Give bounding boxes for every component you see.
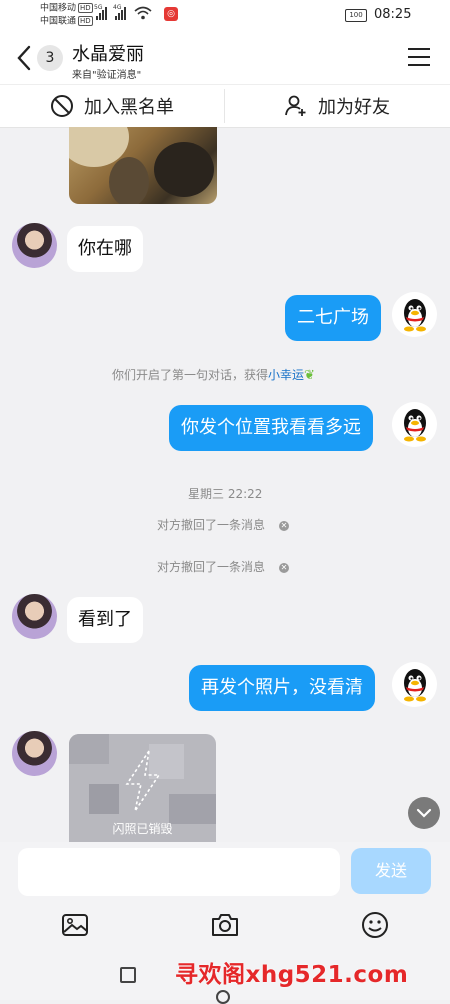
message-bubble-sent[interactable]: 你发个位置我看看多远	[169, 405, 373, 451]
signal-5g-icon: 5G	[94, 4, 107, 20]
notification-icon: ◎	[164, 7, 178, 21]
signal-4g-icon: 4G	[113, 4, 126, 20]
flash-photo-label: 闪照已销毁	[112, 822, 173, 836]
close-icon[interactable]: ✕	[279, 563, 290, 573]
watermark: 寻欢阁xhg521.com	[175, 962, 409, 988]
recall-notice: 对方撤回了一条消息 ✕	[157, 518, 290, 532]
timestamp: 星期三 22:22	[188, 487, 263, 501]
send-button[interactable]: 发送	[351, 848, 431, 894]
recall-notice: 对方撤回了一条消息 ✕	[157, 560, 290, 574]
close-icon[interactable]: ✕	[279, 521, 290, 531]
contact-avatar[interactable]	[12, 223, 57, 268]
back-arrow-icon[interactable]	[14, 44, 38, 72]
menu-icon[interactable]	[408, 48, 430, 68]
composer-tools	[0, 902, 450, 950]
recents-icon[interactable]	[120, 967, 136, 983]
lightning-icon	[125, 750, 161, 812]
contact-avatar[interactable]	[12, 731, 57, 776]
wifi-icon	[134, 6, 152, 20]
self-avatar-penguin-icon[interactable]	[392, 292, 437, 337]
message-bubble-sent[interactable]: 二七广场	[285, 295, 381, 341]
carrier-2: 中国联通 HD	[40, 16, 93, 27]
received-image[interactable]	[69, 127, 217, 204]
blacklist-label: 加入黑名单	[84, 97, 174, 118]
sprout-icon: ❦	[304, 368, 315, 383]
unread-count-badge[interactable]: 3	[37, 45, 63, 71]
flash-photo-destroyed[interactable]: 闪照已销毁	[69, 734, 216, 842]
blacklist-button[interactable]: 加入黑名单	[50, 85, 174, 127]
add-friend-label: 加为好友	[318, 97, 390, 118]
scroll-down-button[interactable]	[408, 797, 440, 829]
chevron-down-icon	[416, 808, 432, 818]
message-bubble-sent[interactable]: 再发个照片，没看清	[189, 665, 375, 711]
system-notice: 你们开启了第一句对话，获得小幸运❦	[112, 368, 315, 383]
clock: 08:25	[374, 7, 412, 22]
self-avatar-penguin-icon[interactable]	[392, 402, 437, 447]
carrier-1: 中国移动 HD	[40, 3, 93, 14]
signal-icons: 5G 4G	[94, 4, 152, 20]
action-bar: 加入黑名单 加为好友	[0, 84, 450, 128]
status-bar: 中国移动 HD 中国联通 HD 5G 4G ◎ 100 08:25	[0, 0, 450, 32]
contact-avatar[interactable]	[12, 594, 57, 639]
emoji-icon[interactable]	[360, 910, 390, 940]
home-icon[interactable]	[216, 990, 230, 1004]
camera-icon[interactable]	[210, 910, 240, 940]
action-divider	[224, 89, 225, 123]
message-bubble-received[interactable]: 你在哪	[67, 226, 143, 272]
lucky-link[interactable]: 小幸运	[268, 368, 304, 382]
composer-bar: 发送	[0, 842, 450, 902]
chat-header: 3 水晶爱丽 来自"验证消息"	[0, 32, 450, 84]
add-friend-button[interactable]: 加为好友	[284, 85, 390, 127]
message-bubble-received[interactable]: 看到了	[67, 597, 143, 643]
battery-icon: 100	[345, 9, 367, 22]
image-icon[interactable]	[60, 910, 90, 940]
add-user-icon	[285, 95, 306, 116]
contact-source: 来自"验证消息"	[72, 70, 142, 81]
self-avatar-penguin-icon[interactable]	[392, 662, 437, 707]
contact-name: 水晶爱丽	[72, 44, 144, 65]
block-icon	[51, 95, 73, 117]
message-input[interactable]	[18, 848, 340, 896]
